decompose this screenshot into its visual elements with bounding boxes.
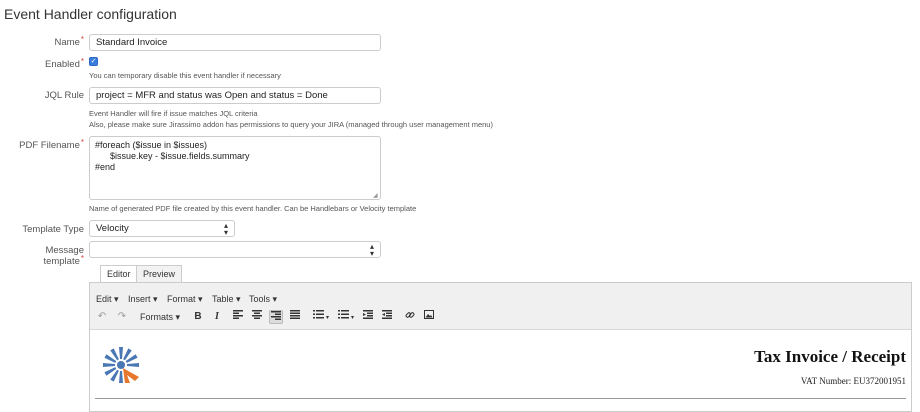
tab-preview[interactable]: Preview [136,265,183,282]
name-label: Name* [54,35,84,48]
enabled-help: You can temporary disable this event han… [89,71,281,80]
name-input[interactable]: Standard Invoice [89,34,381,51]
bold-icon[interactable]: B [191,310,205,324]
rich-text-editor[interactable]: Edit ▾ Insert ▾ Format ▾ Table ▾ Tools ▾… [89,282,912,412]
pdf-filename-help: Name of generated PDF file created by th… [89,204,417,213]
align-left-icon[interactable] [231,310,245,324]
jql-label: JQL Rule [44,90,84,101]
link-icon[interactable] [403,310,417,324]
resize-handle-icon[interactable]: ◢ [373,192,378,199]
menu-table[interactable]: Table ▾ [212,294,241,305]
formats-dropdown[interactable]: Formats ▾ [140,312,180,323]
jql-input[interactable]: project = MFR and status was Open and st… [89,87,381,104]
select-caret-icon: ▴ ▾ [369,242,374,258]
jql-help: Event Handler will fire if issue matches… [89,109,258,118]
tab-editor[interactable]: Editor [100,265,138,282]
select-caret-icon: ▴ ▾ [223,221,228,237]
editor-toolbar: Edit ▾ Insert ▾ Format ▾ Table ▾ Tools ▾… [90,283,911,330]
template-type-select[interactable]: Velocity ▴ ▾ [89,220,235,237]
jql-permissions-help: Also, please make sure Jirassimo addon h… [89,120,493,129]
menu-insert[interactable]: Insert ▾ [128,294,158,305]
image-icon[interactable] [422,310,436,324]
message-template-select[interactable]: ▴ ▾ [89,241,381,258]
menu-tools[interactable]: Tools ▾ [249,294,277,305]
pdf-filename-textarea[interactable] [89,136,381,200]
numbered-list-dropdown-icon[interactable]: ▾ [351,314,354,321]
invoice-title: Tax Invoice / Receipt [754,347,906,366]
required-marker: * [80,254,84,263]
menu-format[interactable]: Format ▾ [167,294,203,305]
vat-number: VAT Number: EU372001951 [800,376,906,386]
bullet-list-icon[interactable] [311,310,325,324]
undo-icon[interactable]: ↶ [95,310,109,324]
required-marker: * [80,57,84,66]
company-logo [101,345,141,385]
redo-icon[interactable]: ↷ [115,310,129,324]
align-right-icon[interactable] [269,310,283,324]
indent-icon[interactable] [380,310,394,324]
page-title: Event Handler configuration [4,6,177,22]
align-center-icon[interactable] [250,310,264,324]
message-template-label: Message template* [43,245,84,267]
outdent-icon[interactable] [361,310,375,324]
enabled-label: Enabled* [45,57,84,70]
numbered-list-icon[interactable] [336,310,350,324]
bullet-list-dropdown-icon[interactable]: ▾ [326,314,329,321]
align-justify-icon[interactable] [288,310,302,324]
template-type-label: Template Type [22,224,84,235]
template-type-value: Velocity [96,223,129,234]
content-divider [95,398,906,399]
enabled-checkbox[interactable]: ✓ [89,57,98,66]
required-marker: * [80,35,84,44]
italic-icon[interactable]: I [210,310,224,324]
required-marker: * [80,138,84,147]
pdf-filename-label: PDF Filename* [19,138,84,151]
menu-edit[interactable]: Edit ▾ [96,294,119,305]
